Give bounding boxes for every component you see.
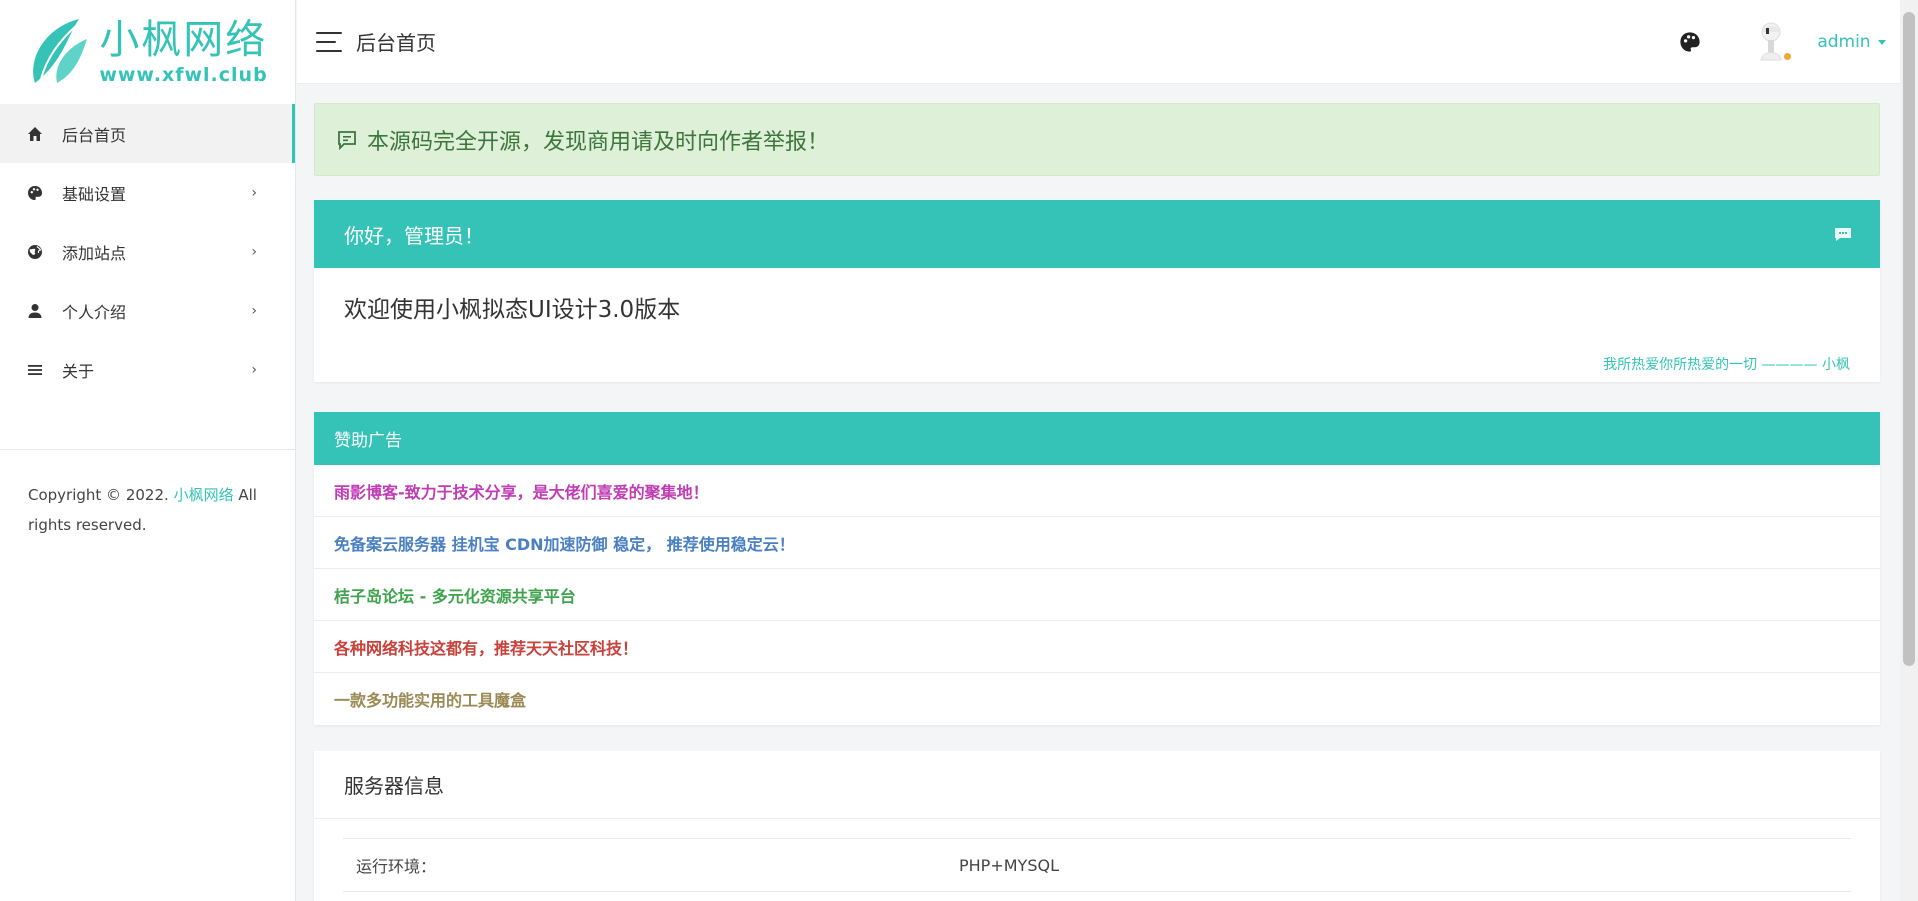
server-info-value: PHP+MYSQL: [959, 855, 1059, 875]
hamburger-menu-icon[interactable]: [316, 31, 342, 52]
comment-icon: [338, 130, 356, 150]
ad-text: 一款多功能实用的工具魔盒: [334, 691, 527, 710]
sidebar-item-about[interactable]: 关于 ›: [0, 340, 295, 399]
ad-text: 各种网络科技这都有，推荐天天社区科技！: [334, 638, 639, 658]
sidebar-item-profile[interactable]: 个人介绍 ›: [0, 281, 295, 340]
top-header: 后台首页 admin: [297, 0, 1900, 84]
person-icon: [26, 302, 44, 320]
theme-palette-icon[interactable]: [1679, 31, 1701, 53]
sidebar: 小枫网络 www.xfwl.club 后台首页 基础设置 › 添加站点 › 个人…: [0, 0, 296, 901]
notice-text: 本源码完全开源，发现商用请及时向作者举报！: [367, 129, 830, 155]
chevron-right-icon: ›: [251, 302, 257, 319]
welcome-heading: 你好，管理员！: [344, 223, 484, 248]
ad-link[interactable]: 桔子岛论坛 - 多元化资源共享平台: [314, 569, 1880, 621]
sidebar-item-label: 后台首页: [62, 125, 127, 145]
user-menu-dropdown[interactable]: admin: [1817, 32, 1886, 52]
ad-link[interactable]: 雨影博客-致力于技术分享，是大佬们喜爱的聚集地！: [314, 465, 1880, 517]
avatar[interactable]: [1753, 20, 1794, 64]
server-info-key: 运行环境：: [356, 857, 437, 876]
sidebar-item-add-site[interactable]: 添加站点 ›: [0, 222, 295, 281]
palette-icon: [26, 184, 44, 202]
main-content: 本源码完全开源，发现商用请及时向作者举报！ 你好，管理员！ 欢迎使用小枫拟态UI…: [314, 103, 1880, 901]
vertical-scrollbar[interactable]: [1900, 0, 1918, 901]
leaf-logo-icon: [33, 19, 88, 83]
welcome-message: 欢迎使用小枫拟态UI设计3.0版本: [344, 297, 681, 323]
sidebar-item-label: 关于: [62, 361, 95, 381]
server-info-card: 服务器信息 运行环境： PHP+MYSQL: [314, 751, 1880, 901]
table-row: 运行环境： PHP+MYSQL: [343, 839, 1851, 891]
header-actions: admin: [1679, 0, 1900, 84]
ad-link[interactable]: 免备案云服务器 挂机宝 CDN加速防御 稳定， 推荐使用稳定云！: [314, 517, 1880, 569]
sidebar-item-label: 基础设置: [62, 184, 127, 204]
username: admin: [1817, 32, 1871, 52]
copyright: Copyright © 2022. 小枫网络 All rights reserv…: [0, 450, 296, 540]
globe-icon: [26, 243, 44, 261]
message-icon: [1835, 228, 1851, 241]
sidebar-item-home[interactable]: 后台首页: [0, 104, 295, 163]
chevron-right-icon: ›: [251, 361, 257, 378]
copyright-brand-link[interactable]: 小枫网络: [174, 486, 234, 504]
sidebar-nav: 后台首页 基础设置 › 添加站点 › 个人介绍 › 关于 ›: [0, 104, 295, 399]
ads-heading: 赞助广告: [314, 412, 1880, 465]
ad-text: 雨影博客-致力于技术分享，是大佬们喜爱的聚集地！: [334, 482, 709, 502]
notice-alert: 本源码完全开源，发现商用请及时向作者举报！: [314, 103, 1880, 176]
ad-text: 桔子岛论坛 - 多元化资源共享平台: [334, 586, 576, 606]
chevron-right-icon: ›: [251, 184, 257, 201]
scrollbar-thumb[interactable]: [1903, 12, 1915, 666]
menu-lines-icon: [26, 361, 44, 379]
copyright-prefix: Copyright © 2022.: [28, 486, 169, 504]
verified-badge-icon: [1782, 51, 1794, 62]
logo-url: www.xfwl.club: [99, 63, 268, 86]
page-title: 后台首页: [356, 31, 436, 55]
home-icon: [26, 125, 44, 143]
welcome-signature: 我所热爱你所热爱的一切 ———— 小枫: [1603, 357, 1850, 373]
server-info-table: 运行环境： PHP+MYSQL: [343, 838, 1851, 892]
ad-link[interactable]: 一款多功能实用的工具魔盒: [314, 673, 1880, 725]
logo-title: 小枫网络: [99, 16, 268, 63]
welcome-card: 你好，管理员！ 欢迎使用小枫拟态UI设计3.0版本 我所热爱你所热爱的一切 ——…: [314, 200, 1880, 382]
caret-down-icon: [1878, 39, 1886, 45]
chevron-right-icon: ›: [251, 243, 257, 260]
logo[interactable]: 小枫网络 www.xfwl.club: [0, 0, 295, 104]
ad-text: 免备案云服务器 挂机宝 CDN加速防御 稳定， 推荐使用稳定云！: [334, 534, 795, 554]
ad-link[interactable]: 各种网络科技这都有，推荐天天社区科技！: [314, 621, 1880, 673]
welcome-card-header: 你好，管理员！: [314, 200, 1880, 268]
sponsor-ads-card: 赞助广告 雨影博客-致力于技术分享，是大佬们喜爱的聚集地！ 免备案云服务器 挂机…: [314, 412, 1880, 725]
sidebar-item-label: 个人介绍: [62, 302, 127, 322]
sidebar-item-basic-settings[interactable]: 基础设置 ›: [0, 163, 295, 222]
sidebar-item-label: 添加站点: [62, 243, 127, 263]
server-info-title: 服务器信息: [314, 751, 1880, 819]
